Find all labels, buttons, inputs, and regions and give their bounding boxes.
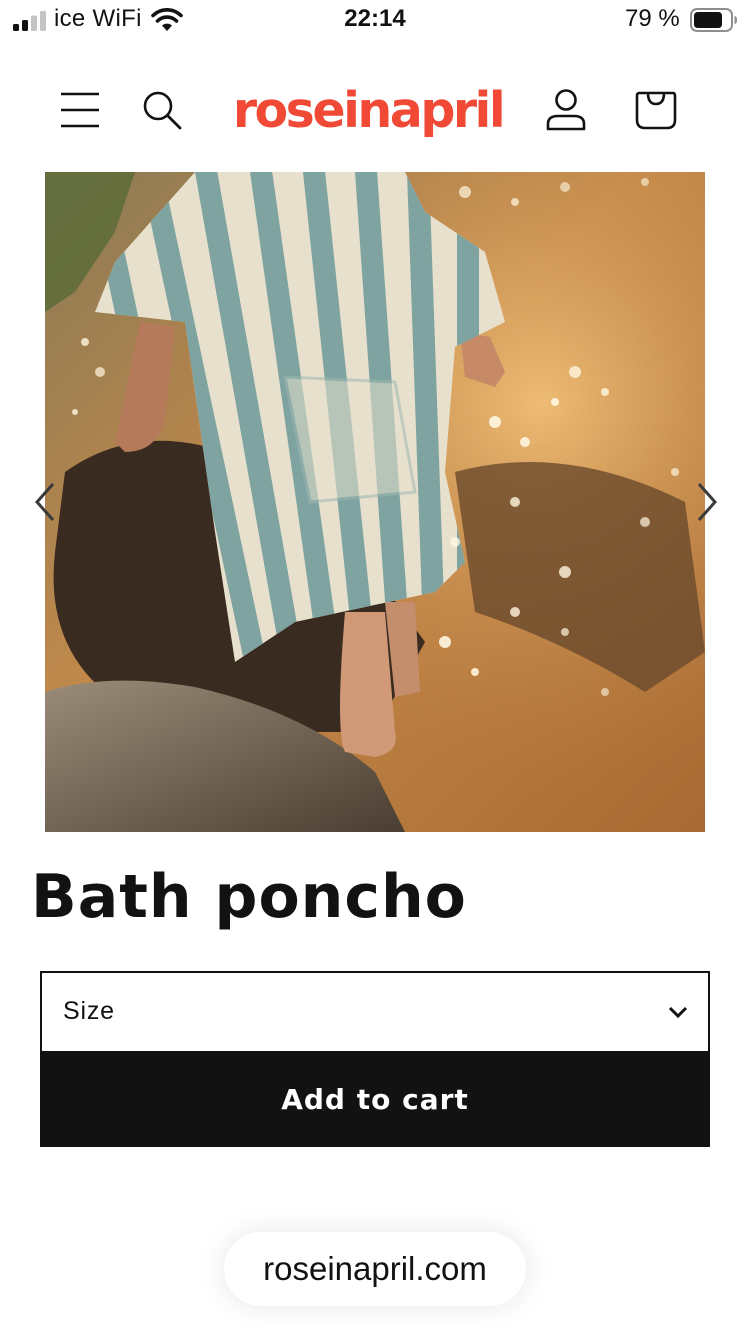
product-title: Bath poncho xyxy=(31,862,467,932)
account-icon xyxy=(546,89,586,131)
wifi-icon xyxy=(151,8,183,31)
previous-image-button[interactable] xyxy=(30,478,60,526)
product-image[interactable] xyxy=(45,172,705,832)
chevron-right-icon xyxy=(697,483,718,521)
cart-icon xyxy=(635,91,677,130)
url-text: roseinapril.com xyxy=(263,1250,487,1287)
carrier-name: ice WiFi xyxy=(54,5,142,32)
signal-strength-icon xyxy=(13,11,46,31)
add-to-cart-button[interactable]: Add to cart xyxy=(40,1051,710,1147)
next-image-button[interactable] xyxy=(692,478,722,526)
size-select[interactable]: Size xyxy=(40,971,710,1053)
browser-url-bar[interactable]: roseinapril.com xyxy=(224,1232,526,1306)
product-gallery xyxy=(0,172,750,832)
site-header: roseinapril xyxy=(0,60,750,160)
cart-button[interactable] xyxy=(628,82,684,138)
menu-button[interactable] xyxy=(54,84,106,136)
product-photo xyxy=(45,172,705,832)
search-icon xyxy=(143,91,182,130)
site-logo[interactable]: roseinapril xyxy=(228,78,508,142)
hamburger-menu-icon xyxy=(61,92,99,128)
chevron-left-icon xyxy=(34,483,55,521)
chevron-down-icon xyxy=(668,1006,688,1019)
battery-percentage: 79 % xyxy=(625,5,680,32)
battery-icon xyxy=(690,8,737,32)
account-button[interactable] xyxy=(538,82,594,138)
size-select-label: Size xyxy=(63,997,115,1025)
search-button[interactable] xyxy=(136,84,188,136)
status-bar: ice WiFi 22:14 79 % xyxy=(0,0,750,40)
